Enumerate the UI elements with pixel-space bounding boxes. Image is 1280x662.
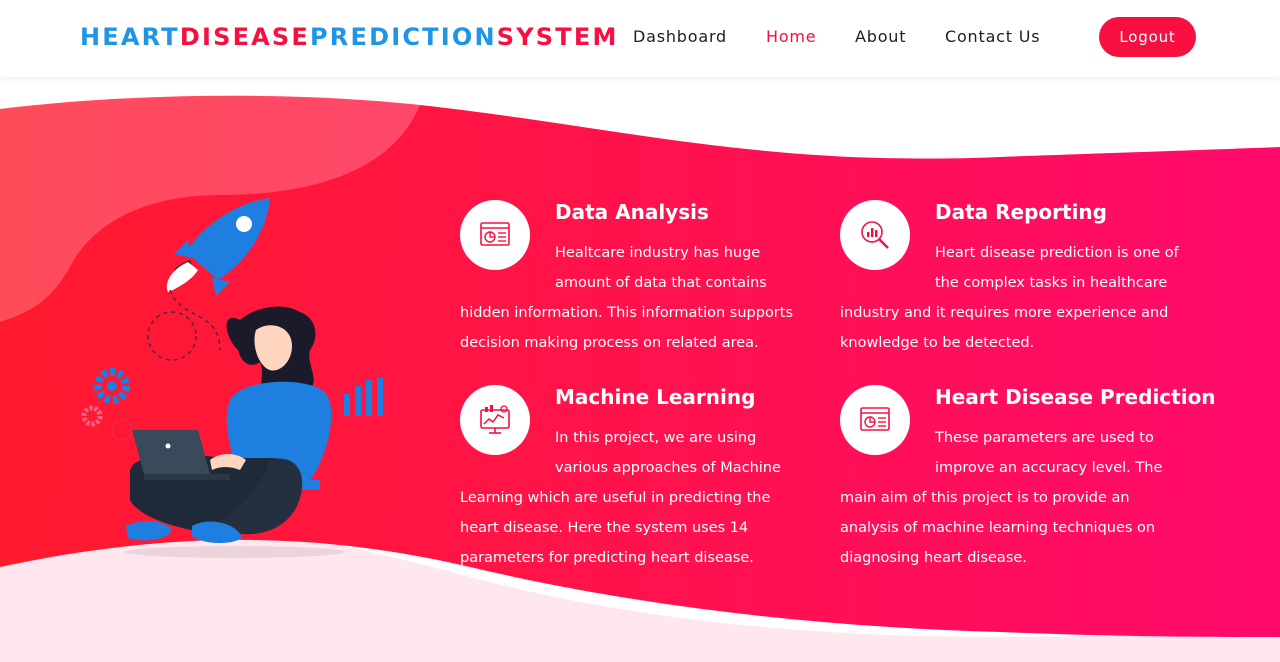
brand-logo[interactable]: HEARTDISEASEPREDICTIONSYSTEM [80,21,619,53]
feature-description: These parameters are used to improve an … [840,430,1163,566]
person-with-laptop-illustration [81,198,383,558]
feature-description: Healtcare industry has huge amount of da… [460,245,794,351]
bar-chart-icon [344,378,383,416]
logout-button[interactable]: Logout [1099,17,1196,57]
brand-part-disease: DISEASE [179,23,311,51]
nav-dashboard[interactable]: Dashboard [633,26,727,48]
brand-part-system: SYSTEM [496,23,619,51]
feature-title: Machine Learning [555,385,756,409]
brand-part-heart: HEART [80,23,180,51]
nav-about[interactable]: About [855,26,906,48]
feature-description: In this project, we are using various ap… [460,430,781,566]
feature-title: Heart Disease Prediction [935,385,1216,409]
feature-heart-disease-prediction: Heart Disease Prediction These parameter… [840,385,1216,575]
gear-icon [81,405,103,427]
brand-part-prediction: PREDICTION [310,23,497,51]
feature-title: Data Analysis [555,200,709,224]
feature-data-reporting: Data Reporting Heart disease prediction … [840,200,1190,360]
feature-data-analysis: Data Analysis Healtcare industry has hug… [460,200,810,360]
feature-machine-learning: Machine Learning In this project, we are… [460,385,810,575]
nav-home[interactable]: Home [766,26,816,48]
nav-contact-us[interactable]: Contact Us [945,26,1040,48]
top-navbar: HEARTDISEASEPREDICTIONSYSTEM Dashboard H… [0,0,1280,77]
feature-description: Heart disease prediction is one of the c… [840,245,1179,351]
feature-title: Data Reporting [935,200,1107,224]
